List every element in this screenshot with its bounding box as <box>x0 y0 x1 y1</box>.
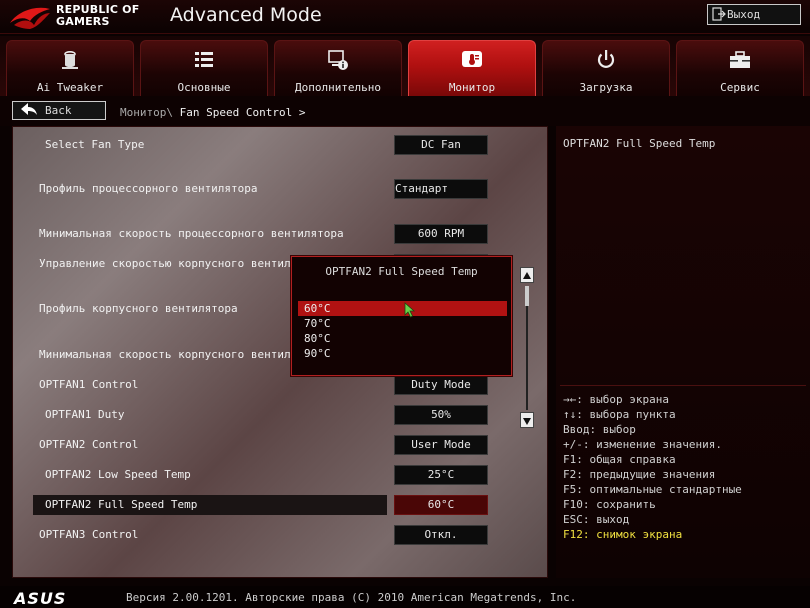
navigation-bar: Back Монитор\ Fan Speed Control > <box>0 96 810 126</box>
version-text: Версия 2.00.1201. Авторские права (C) 20… <box>126 591 577 604</box>
back-button-label: Back <box>45 104 72 117</box>
setting-row-optfan1-control[interactable]: OPTFAN1 Control Duty Mode <box>13 375 547 397</box>
key-help-item: F2: предыдущие значения <box>563 468 716 481</box>
key-help-item: ↑↓: выбора пункта <box>563 408 676 421</box>
setting-value[interactable]: 50% <box>394 405 488 425</box>
breadcrumb: Монитор\ Fan Speed Control > <box>120 106 305 119</box>
tab-main[interactable]: Основные <box>140 40 268 96</box>
setting-row-optfan2-low-temp[interactable]: OPTFAN2 Low Speed Temp 25°C <box>13 465 547 487</box>
setting-label: Профиль процессорного вентилятора <box>39 182 258 195</box>
tab-advanced[interactable]: Дополнительно <box>274 40 402 96</box>
setting-value[interactable]: Стандарт <box>394 179 488 199</box>
setting-label: OPTFAN1 Duty <box>45 408 125 421</box>
breadcrumb-parent[interactable]: Монитор\ <box>120 106 173 119</box>
setting-row-cpu-fan-profile[interactable]: Профиль процессорного вентилятора Станда… <box>13 179 547 201</box>
setting-label: Профиль корпусного вентилятора <box>39 302 238 315</box>
key-help-item: F10: сохранить <box>563 498 656 511</box>
setting-label: Минимальная скорость корпусного вентилят… <box>39 348 324 361</box>
asus-logo: ASUS <box>14 589 67 608</box>
setting-value[interactable]: Откл. <box>394 525 488 545</box>
setting-row-optfan3-control[interactable]: OPTFAN3 Control Откл. <box>13 525 547 547</box>
setting-label: Управление скоростью корпусного вентилят… <box>39 257 324 270</box>
tab-monitor[interactable]: Монитор <box>408 40 536 96</box>
arrow-down-icon <box>523 418 531 425</box>
tab-label: Монитор <box>448 81 496 94</box>
scroll-up-button[interactable] <box>520 267 534 283</box>
header-bar: REPUBLIC OF GAMERS Advanced Mode Выход <box>0 0 810 34</box>
arrow-up-icon <box>523 272 531 279</box>
setting-value[interactable]: 600 RPM <box>394 224 488 244</box>
popup-title: OPTFAN2 Full Speed Temp <box>325 265 478 278</box>
tab-label: Основные <box>177 81 231 94</box>
key-help-item: →←: выбор экрана <box>563 393 669 406</box>
exit-door-icon <box>712 7 726 21</box>
setting-row-optfan2-full-temp[interactable]: OPTFAN2 Full Speed Temp 60°C <box>13 495 547 517</box>
list-icon <box>195 52 213 67</box>
tab-label: Дополнительно <box>294 81 382 94</box>
back-arrow-icon <box>21 103 37 115</box>
popup-option-60[interactable]: 60°C <box>298 301 507 316</box>
tab-label: Сервис <box>720 81 760 94</box>
tweaker-icon <box>62 50 78 69</box>
tab-boot[interactable]: Загрузка <box>542 40 670 96</box>
setting-row-cpu-fan-min-speed[interactable]: Минимальная скорость процессорного венти… <box>13 224 547 246</box>
setting-row-fan-type[interactable]: Select Fan Type DC Fan <box>13 135 547 157</box>
thermometer-icon <box>462 51 482 67</box>
brand-line-2: GAMERS <box>56 15 110 28</box>
setting-value[interactable]: DC Fan <box>394 135 488 155</box>
setting-value[interactable]: 60°C <box>394 495 488 515</box>
setting-value[interactable]: 25°C <box>394 465 488 485</box>
tab-ai-tweaker[interactable]: Ai Tweaker <box>6 40 134 96</box>
setting-row-optfan2-control[interactable]: OPTFAN2 Control User Mode <box>13 435 547 457</box>
setting-label: OPTFAN2 Low Speed Temp <box>45 468 191 481</box>
main-tab-bar: Ai Tweaker Основные Дополнительно Монито… <box>0 36 810 96</box>
setting-label: OPTFAN1 Control <box>39 378 139 391</box>
tab-label: Загрузка <box>579 81 633 94</box>
setting-label: OPTFAN2 Full Speed Temp <box>45 498 198 511</box>
scroll-thumb[interactable] <box>525 286 529 306</box>
setting-label: OPTFAN3 Control <box>39 528 139 541</box>
exit-button-label: Выход <box>727 8 761 21</box>
setting-label: OPTFAN2 Control <box>39 438 139 451</box>
mouse-cursor-icon <box>404 302 416 318</box>
setting-value[interactable]: Duty Mode <box>394 375 488 395</box>
tab-tool[interactable]: Сервис <box>676 40 804 96</box>
popup-option-70[interactable]: 70°C <box>298 316 507 331</box>
back-button[interactable]: Back <box>12 101 106 120</box>
rog-brand-text: REPUBLIC OF GAMERS <box>56 4 156 28</box>
key-help-item: ESC: выход <box>563 513 630 526</box>
key-help-list: →←: выбор экрана ↑↓: выбора пункта Ввод:… <box>563 392 807 542</box>
setting-label: Select Fan Type <box>45 138 145 151</box>
key-help-item-screenshot: F12: снимок экрана <box>563 528 683 541</box>
footer-bar: ASUS Версия 2.00.1201. Авторские права (… <box>0 586 810 608</box>
setting-row-optfan1-duty[interactable]: OPTFAN1 Duty 50% <box>13 405 547 427</box>
setting-value[interactable]: User Mode <box>394 435 488 455</box>
help-divider <box>560 385 806 386</box>
key-help-item: F5: оптимальные стандартные <box>563 483 742 496</box>
exit-button[interactable]: Выход <box>707 4 801 25</box>
page-title: Advanced Mode <box>170 4 322 26</box>
power-icon <box>597 50 615 68</box>
key-help-item: +/-: изменение значения. <box>563 438 722 451</box>
popup-option-90[interactable]: 90°C <box>298 346 507 361</box>
key-help-item: Ввод: выбор <box>563 423 636 436</box>
option-popup: OPTFAN2 Full Speed Temp 60°C 70°C 80°C 9… <box>291 256 512 376</box>
breadcrumb-current: Fan Speed Control > <box>179 106 306 119</box>
scroll-down-button[interactable] <box>520 412 534 428</box>
toolbox-icon <box>730 51 750 68</box>
advanced-icon <box>328 50 348 70</box>
tab-label: Ai Tweaker <box>36 81 104 94</box>
popup-option-80[interactable]: 80°C <box>298 331 507 346</box>
help-panel: OPTFAN2 Full Speed Temp →←: выбор экрана… <box>556 126 810 578</box>
key-help-item: F1: общая справка <box>563 453 676 466</box>
rog-eye-logo-icon <box>10 7 50 29</box>
setting-label: Минимальная скорость процессорного венти… <box>39 227 344 240</box>
help-title: OPTFAN2 Full Speed Temp <box>563 137 716 150</box>
